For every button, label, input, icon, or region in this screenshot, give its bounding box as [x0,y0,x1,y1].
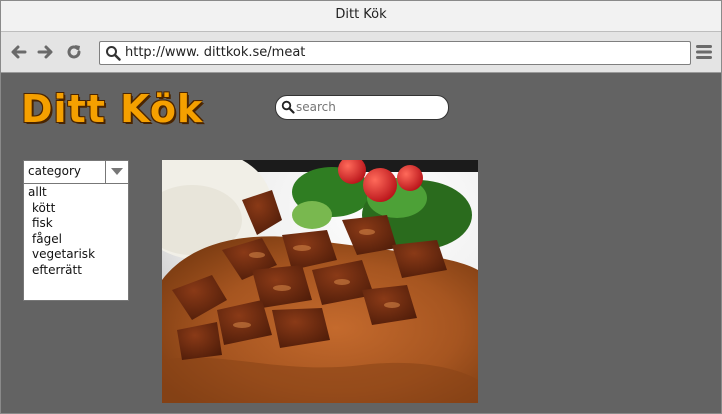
category-options: allt kött fisk fågel vegetarisk efterrät… [28,185,124,278]
category-selected-value: category [28,164,82,178]
category-option-fagel[interactable]: fågel [28,232,124,248]
category-option-efterratt[interactable]: efterrätt [28,263,124,279]
title-bar: Ditt Kök [1,1,721,32]
search-icon [281,100,295,114]
hamburger-menu-icon[interactable] [695,43,713,61]
browser-toolbar: http://www. dittkok.se/meat [1,32,721,73]
browser-window: Ditt Kök http://www. dittkok.se/meat Dit… [0,0,722,414]
category-option-fisk[interactable]: fisk [28,216,124,232]
search-icon [106,46,121,61]
category-filter: category allt kött fisk fågel vegetarisk… [23,160,129,301]
category-option-kott[interactable]: kött [28,201,124,217]
search-box[interactable] [275,95,449,120]
reload-icon[interactable] [64,42,84,62]
window-title: Ditt Kök [335,7,387,22]
category-dropdown[interactable]: category [24,161,128,184]
dropdown-arrow-button[interactable] [105,161,128,183]
food-photo [162,160,478,403]
page-content: Ditt Kök category allt kött fisk [1,73,721,413]
category-option-allt[interactable]: allt [28,185,124,201]
category-option-vegetarisk[interactable]: vegetarisk [28,247,124,263]
site-logo[interactable]: Ditt Kök [21,87,203,131]
forward-arrow-icon[interactable] [35,42,55,62]
back-arrow-icon[interactable] [9,42,29,62]
address-bar[interactable]: http://www. dittkok.se/meat [99,41,691,65]
url-text: http://www. dittkok.se/meat [125,45,306,60]
chevron-down-icon [111,168,123,175]
search-input[interactable] [296,98,441,116]
